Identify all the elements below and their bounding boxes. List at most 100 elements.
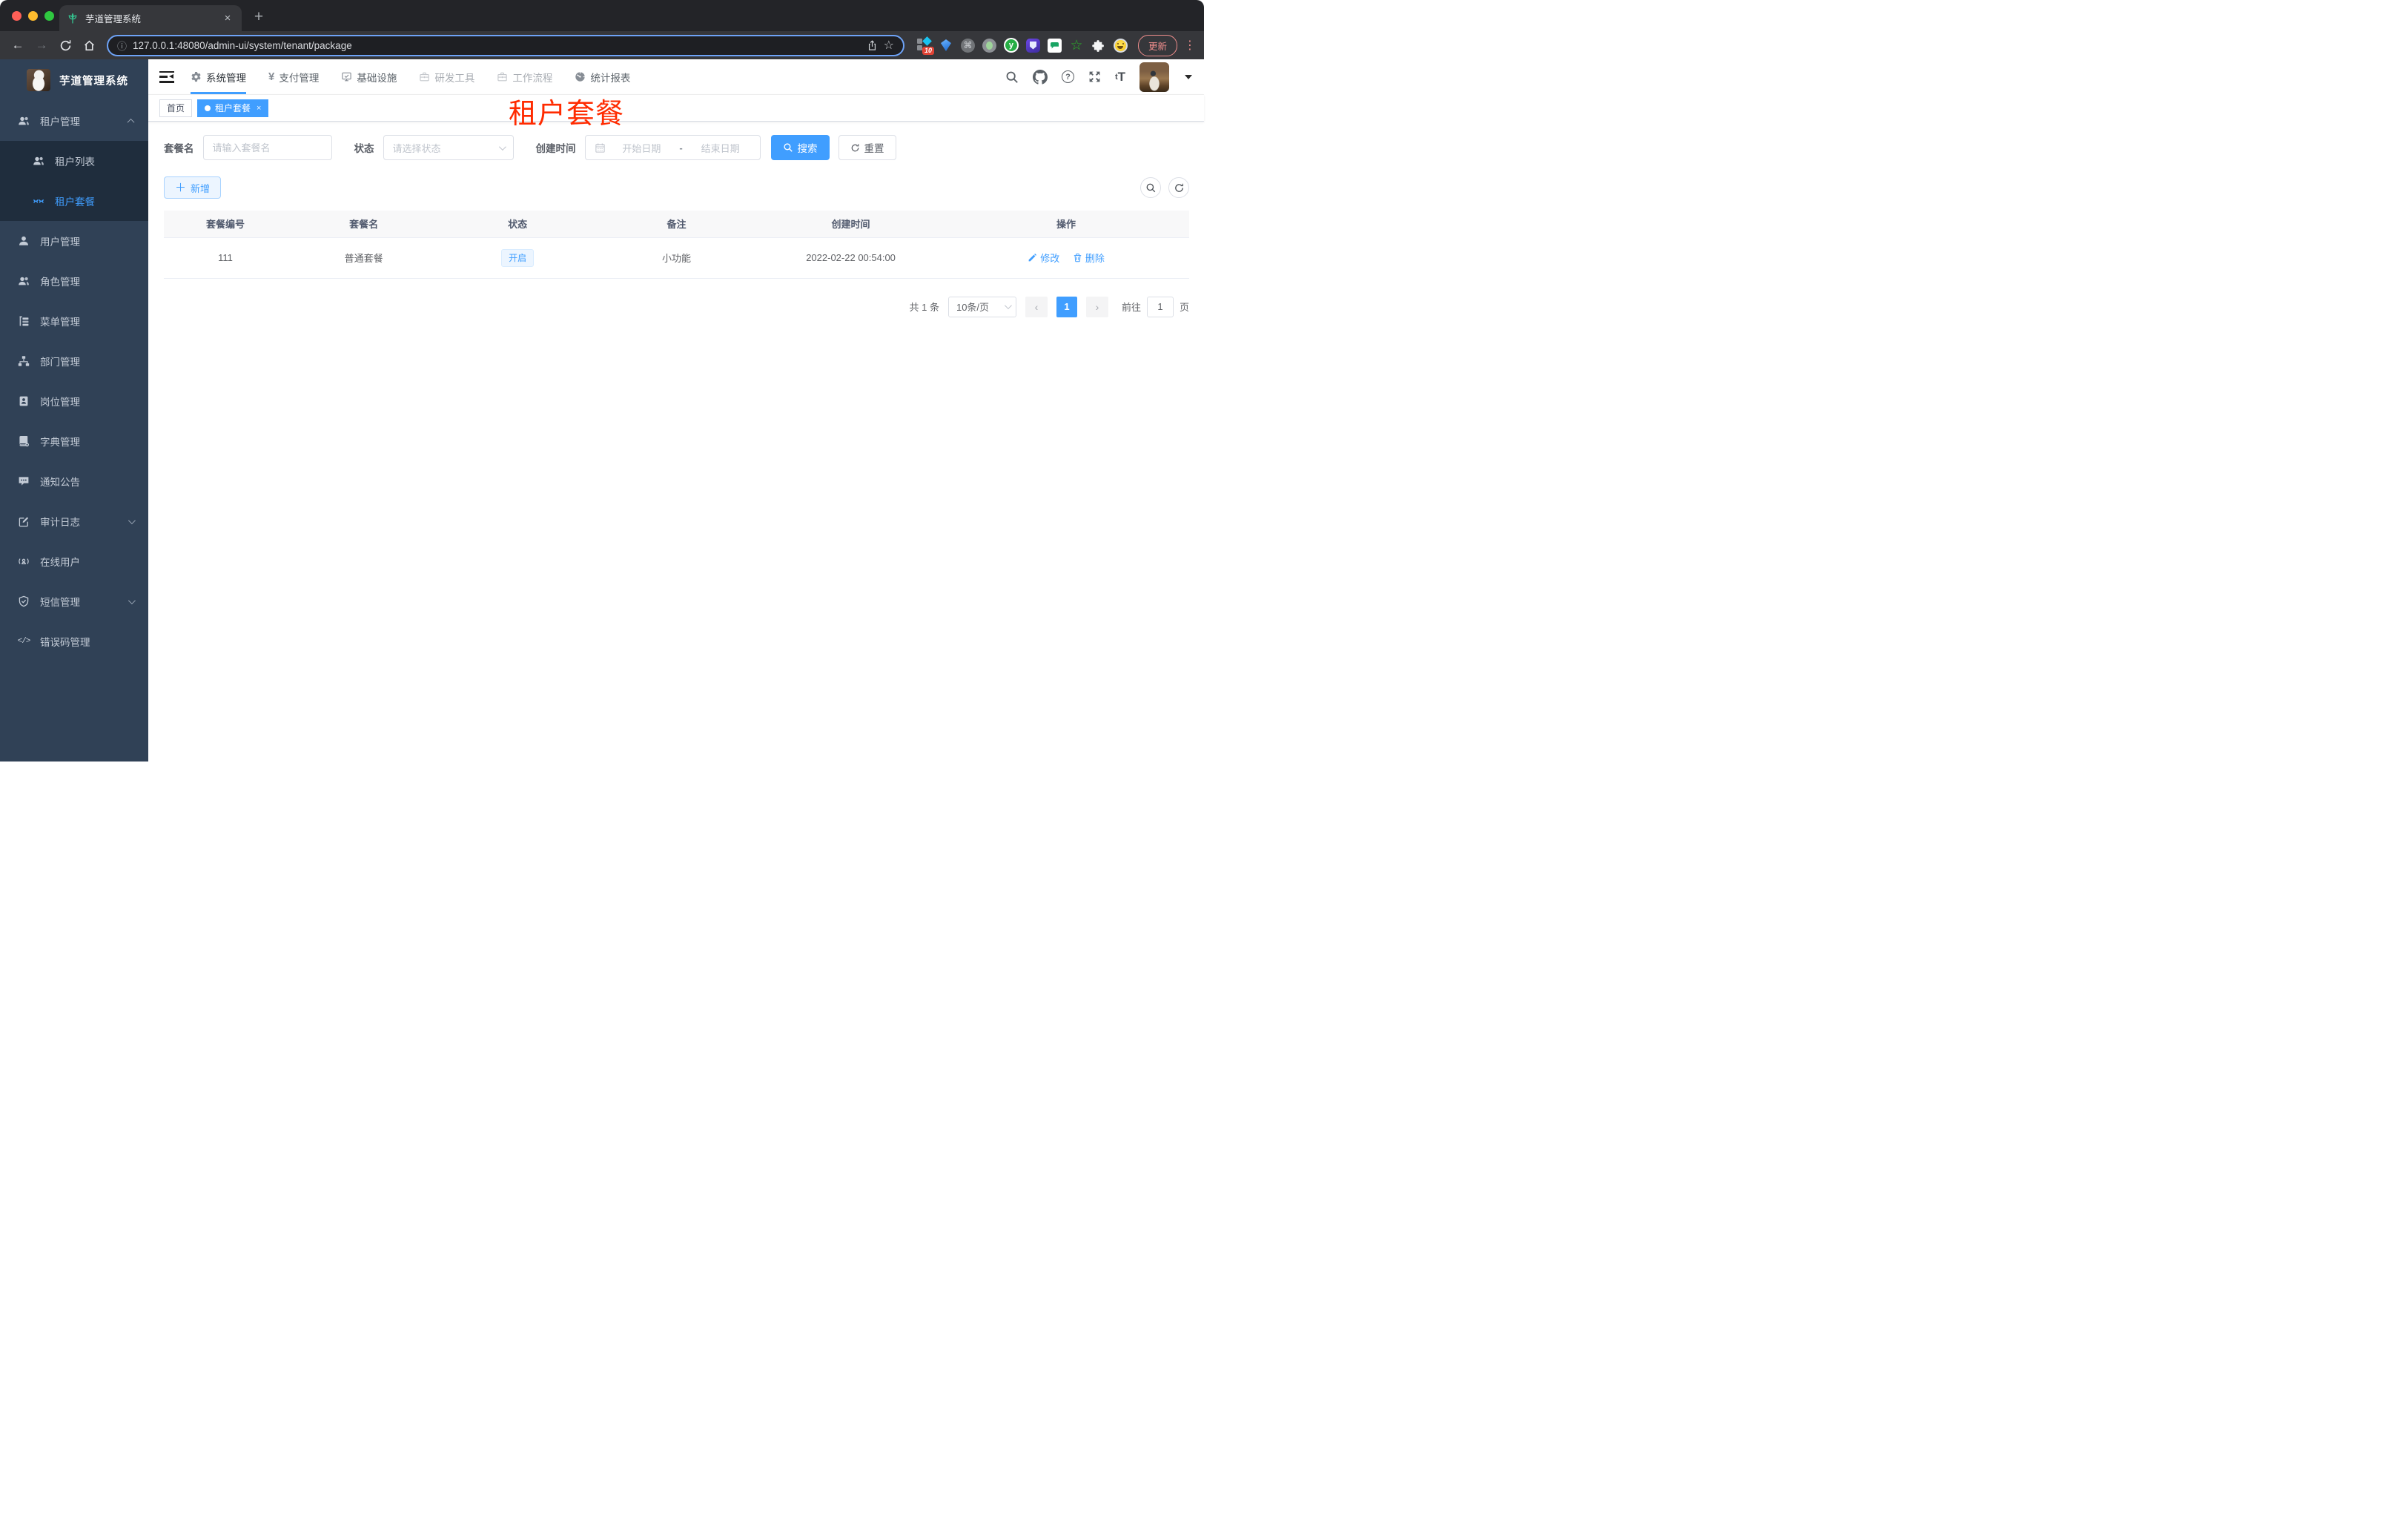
sidebar-item-audit-log[interactable]: 审计日志 [0, 501, 148, 541]
goto-page-input[interactable] [1146, 296, 1174, 317]
top-menu-system[interactable]: 系统管理 [191, 59, 246, 94]
top-menu-label: 研发工具 [434, 72, 475, 84]
start-date-input[interactable]: 开始日期 [612, 141, 672, 155]
sidebar-item-label: 用户管理 [40, 237, 80, 248]
zoom-window-button[interactable] [44, 11, 54, 21]
tag-close-icon[interactable]: × [257, 104, 261, 113]
extension-camera-icon[interactable] [982, 38, 996, 53]
extension-star-icon[interactable]: ☆ [1069, 38, 1084, 53]
monitor-check-icon [341, 71, 352, 82]
filter-status: 状态 请选择状态 [354, 135, 514, 160]
home-icon[interactable] [79, 35, 99, 56]
date-range-picker[interactable]: 开始日期 - 结束日期 [584, 135, 761, 160]
refresh-table-button[interactable] [1168, 177, 1189, 198]
browser-update-button[interactable]: 更新 [1137, 34, 1177, 56]
sidebar-item-tenant-list[interactable]: 租户列表 [0, 141, 148, 181]
page-size-select[interactable]: 10条/页 [947, 296, 1016, 317]
edit-link[interactable]: 修改 [1028, 251, 1059, 265]
browser-tab[interactable]: 芋道管理系统 × [59, 5, 242, 31]
post-badge-icon [18, 395, 30, 407]
extension-shield-icon[interactable] [1025, 38, 1040, 53]
share-icon[interactable] [867, 39, 878, 51]
extension-gem-icon[interactable] [939, 38, 953, 53]
toggle-search-button[interactable] [1140, 177, 1161, 198]
package-table: 套餐编号 套餐名 状态 备注 创建时间 操作 111 普通套餐 开启 小功能 2… [164, 211, 1189, 279]
url-bar[interactable]: ⓘ 127.0.0.1:48080/admin-ui/system/tenant… [107, 34, 904, 56]
reload-icon[interactable] [55, 35, 76, 56]
reset-button[interactable]: 重置 [838, 135, 896, 160]
search-button[interactable]: 搜索 [770, 135, 830, 160]
tab-close-icon[interactable]: × [221, 12, 234, 25]
sidebar-item-tenant-package[interactable]: 租户套餐 [0, 181, 148, 221]
sidebar-item-user-management[interactable]: 用户管理 [0, 221, 148, 261]
tags-view-bar: 首页 租户套餐 × [148, 95, 1204, 122]
sidebar-item-post-management[interactable]: 岗位管理 [0, 381, 148, 421]
end-date-input[interactable]: 结束日期 [690, 141, 751, 155]
new-tab-button[interactable]: + [249, 7, 268, 27]
browser-toolbar: ← → ⓘ 127.0.0.1:48080/admin-ui/system/te… [0, 31, 1204, 59]
back-icon[interactable]: ← [7, 35, 28, 56]
minimize-window-button[interactable] [28, 11, 38, 21]
top-menu-infrastructure[interactable]: 基础设施 [341, 59, 397, 94]
col-header-package-id: 套餐编号 [164, 211, 287, 238]
browser-menu-icon[interactable]: ⋮ [1183, 38, 1197, 53]
page-number-button[interactable]: 1 [1056, 296, 1077, 317]
add-button[interactable]: ＋ 新增 [164, 176, 222, 199]
sidebar: 芋道管理系统 租户管理 租户列表 租户套餐 用户管理 角色管理 菜单管理 部门管… [0, 59, 148, 762]
dashboard-icon [575, 71, 586, 82]
delete-link[interactable]: 删除 [1073, 251, 1105, 265]
top-menu-workflow[interactable]: 工作流程 [497, 59, 552, 94]
sidebar-item-label: 通知公告 [40, 477, 80, 488]
sidebar-collapse-icon[interactable] [159, 70, 174, 83]
sidebar-logo[interactable]: 芋道管理系统 [0, 59, 148, 101]
main-area: 系统管理 ¥ 支付管理 基础设施 研发工具 工作流程 统计报表 ? t T 首页… [148, 59, 1204, 762]
sidebar-item-label: 租户套餐 [55, 196, 95, 208]
tag-home[interactable]: 首页 [159, 99, 193, 117]
sidebar-item-error-code[interactable]: </> 错误码管理 [0, 621, 148, 661]
status-select[interactable]: 请选择状态 [383, 135, 514, 160]
tag-tenant-package[interactable]: 租户套餐 × [197, 99, 269, 117]
extension-chat-icon[interactable] [1047, 38, 1062, 53]
extension-emoji-icon[interactable] [1113, 38, 1128, 53]
close-window-button[interactable] [12, 11, 22, 21]
search-button-label: 搜索 [797, 143, 818, 154]
top-menu-reports[interactable]: 统计报表 [575, 59, 630, 94]
sidebar-item-role-management[interactable]: 角色管理 [0, 261, 148, 301]
top-menu-payment[interactable]: ¥ 支付管理 [268, 59, 319, 94]
sidebar-item-notice[interactable]: 通知公告 [0, 461, 148, 501]
site-info-icon[interactable]: ⓘ [117, 39, 127, 53]
top-menu-dev-tools[interactable]: 研发工具 [419, 59, 474, 94]
url-text[interactable]: 127.0.0.1:48080/admin-ui/system/tenant/p… [133, 40, 861, 51]
bookmark-star-icon[interactable]: ☆ [884, 38, 894, 53]
sidebar-item-sms-management[interactable]: 短信管理 [0, 581, 148, 621]
chevron-down-icon [498, 142, 506, 151]
goto-page: 前往 页 [1122, 296, 1189, 317]
search-icon[interactable] [1005, 70, 1019, 84]
prev-page-button[interactable]: ‹ [1025, 296, 1048, 317]
tag-label: 租户套餐 [215, 103, 251, 113]
forward-icon[interactable]: → [31, 35, 52, 56]
fullscreen-icon[interactable] [1088, 70, 1101, 83]
help-icon[interactable]: ? [1061, 70, 1074, 83]
github-icon[interactable] [1032, 69, 1048, 85]
sidebar-item-tenant-management[interactable]: 租户管理 [0, 101, 148, 141]
traffic-lights [12, 11, 54, 21]
sidebar-item-dict-management[interactable]: 字典管理 [0, 421, 148, 461]
user-avatar[interactable] [1140, 62, 1169, 92]
extension-command-icon[interactable]: ⌘ [960, 38, 975, 53]
status-badge[interactable]: 开启 [501, 248, 535, 267]
extension-grid-icon[interactable]: 10 [916, 36, 934, 55]
sidebar-item-menu-management[interactable]: 菜单管理 [0, 301, 148, 341]
sidebar-item-online-users[interactable]: 在线用户 [0, 541, 148, 581]
next-page-button[interactable]: › [1085, 296, 1108, 317]
browser-titlebar: 芋道管理系统 × + [0, 0, 1204, 31]
online-signal-icon [18, 555, 30, 567]
user-icon [18, 235, 30, 247]
message-bubble-icon [18, 475, 30, 487]
package-name-input[interactable] [212, 142, 322, 153]
avatar-caret-icon[interactable] [1185, 74, 1192, 79]
extensions-puzzle-icon[interactable] [1091, 38, 1106, 53]
extension-y-icon[interactable]: y [1003, 38, 1019, 53]
sidebar-item-dept-management[interactable]: 部门管理 [0, 341, 148, 381]
font-size-icon[interactable]: tT [1115, 70, 1125, 85]
